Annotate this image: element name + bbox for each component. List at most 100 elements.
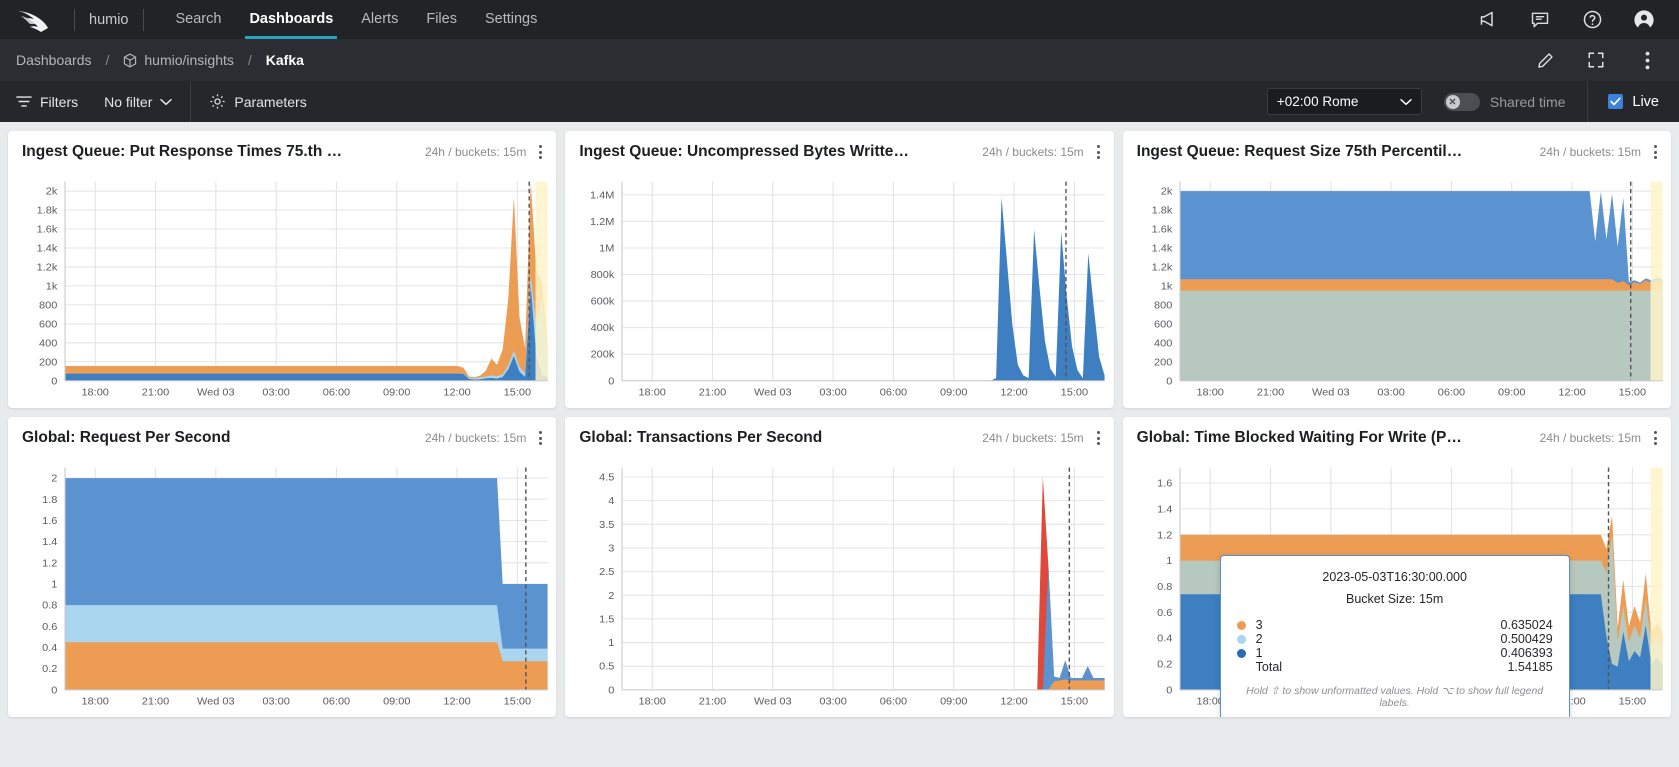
svg-text:0.6: 0.6 <box>42 621 57 633</box>
breadcrumb-item-dashboards[interactable]: Dashboards <box>16 52 92 68</box>
panel-time-range: 24h / buckets: 15m <box>982 431 1083 445</box>
panel-header: Global: Time Blocked Waiting For Write (… <box>1123 417 1671 451</box>
live-checkbox[interactable]: Live <box>1608 94 1663 110</box>
svg-text:03:00: 03:00 <box>1377 387 1404 399</box>
panel-time-range: 24h / buckets: 15m <box>425 145 526 159</box>
toggle-switch[interactable] <box>1444 93 1480 111</box>
timezone-select[interactable]: +02:00 Rome <box>1267 88 1422 115</box>
svg-text:1.4: 1.4 <box>42 536 57 548</box>
org-name[interactable]: humio <box>89 12 129 28</box>
chart-area[interactable]: 02004006008001k1.2k1.4k1.6k1.8k2k18:0021… <box>8 169 556 408</box>
svg-text:0: 0 <box>609 376 615 388</box>
svg-text:12:00: 12:00 <box>1558 387 1585 399</box>
svg-text:0: 0 <box>51 376 57 388</box>
filter-bar: Filters No filter Parameters +02:00 Rome <box>0 81 1679 122</box>
series-color-dot <box>1237 621 1246 630</box>
dashboard-panel: Global: Transactions Per Second 24h / buc… <box>565 417 1113 717</box>
nav-link-settings[interactable]: Settings <box>471 2 551 38</box>
panel-kebab-icon[interactable] <box>539 145 542 159</box>
svg-text:1: 1 <box>51 579 57 591</box>
fullscreen-icon[interactable] <box>1586 50 1606 70</box>
svg-text:800: 800 <box>39 300 57 312</box>
filter-bar-right: +02:00 Rome Shared time Live <box>1267 81 1663 122</box>
chart-area[interactable]: 00.20.40.60.811.21.41.61.8218:0021:00Wed… <box>8 455 556 717</box>
nav-link-dashboards[interactable]: Dashboards <box>235 2 347 38</box>
chart-area[interactable]: 02004006008001k1.2k1.4k1.6k1.8k2k18:0021… <box>1123 169 1671 408</box>
checkbox-box[interactable] <box>1608 94 1623 109</box>
panel-kebab-icon[interactable] <box>1097 145 1100 159</box>
svg-text:21:00: 21:00 <box>1256 387 1283 399</box>
no-filter-select[interactable]: No filter <box>104 94 172 110</box>
svg-text:06:00: 06:00 <box>880 696 907 708</box>
dashboard-panel: Global: Request Per Second24h / buckets:… <box>8 417 556 717</box>
svg-text:06:00: 06:00 <box>323 696 350 708</box>
chart-area[interactable]: 0200k400k600k800k1M1.2M1.4M18:0021:00Wed… <box>565 169 1113 408</box>
panel-kebab-icon[interactable] <box>1097 431 1100 445</box>
svg-text:09:00: 09:00 <box>383 387 410 399</box>
tooltip-row: 3 0.635024 <box>1237 618 1553 632</box>
svg-text:15:00: 15:00 <box>1061 696 1088 708</box>
breadcrumb-actions <box>1535 50 1663 70</box>
svg-text:12:00: 12:00 <box>443 387 470 399</box>
svg-text:06:00: 06:00 <box>1437 387 1464 399</box>
svg-text:400: 400 <box>1154 338 1172 350</box>
panel-title: Global: Transactions Per Second <box>579 429 822 447</box>
tooltip-series-name: 3 <box>1256 618 1263 632</box>
parameters-button[interactable]: Parameters <box>209 93 306 110</box>
chat-icon[interactable] <box>1529 9 1551 31</box>
breadcrumb-item-package[interactable]: humio/insights <box>123 52 234 68</box>
nav-link-alerts[interactable]: Alerts <box>347 2 412 38</box>
chart-svg: 02004006008001k1.2k1.4k1.6k1.8k2k18:0021… <box>1123 169 1671 408</box>
nav-link-search[interactable]: Search <box>162 2 236 38</box>
panel-header: Global: Request Per Second24h / buckets:… <box>8 417 556 451</box>
svg-text:1.6k: 1.6k <box>37 224 58 236</box>
breadcrumb-separator: / <box>106 52 110 68</box>
panel-title: Ingest Queue: Put Response Times 75.th P… <box>22 143 352 161</box>
chart-tooltip: 2023-05-03T16:30:00.000Bucket Size: 15m3… <box>1220 555 1570 717</box>
divider <box>74 9 75 31</box>
svg-text:800: 800 <box>1154 300 1172 312</box>
dashboard-panel: Ingest Queue: Put Response Times 75.th P… <box>8 131 556 408</box>
filters-button[interactable]: Filters <box>16 94 78 110</box>
svg-text:1M: 1M <box>599 243 614 255</box>
panel-title: Ingest Queue: Uncompressed Bytes Written… <box>579 143 909 161</box>
megaphone-icon[interactable] <box>1477 9 1499 31</box>
svg-text:1k: 1k <box>1160 281 1172 293</box>
falcon-logo-icon[interactable] <box>16 7 50 33</box>
svg-text:15:00: 15:00 <box>504 387 531 399</box>
tooltip-row: 20.500429 <box>1237 632 1553 646</box>
svg-text:2k: 2k <box>46 186 58 198</box>
breadcrumb-item-label: humio/insights <box>144 52 234 68</box>
pencil-icon[interactable] <box>1535 50 1555 70</box>
help-icon[interactable] <box>1581 9 1603 31</box>
panel-title: Global: Request Per Second <box>22 429 230 447</box>
shared-time-toggle[interactable]: Shared time <box>1444 93 1565 111</box>
svg-text:09:00: 09:00 <box>1498 387 1525 399</box>
tooltip-series-value: 0.635024 <box>1501 618 1553 632</box>
svg-text:12:00: 12:00 <box>443 696 470 708</box>
svg-text:15:00: 15:00 <box>1618 387 1645 399</box>
svg-text:200: 200 <box>1154 357 1172 369</box>
kebab-icon[interactable] <box>1637 50 1657 70</box>
svg-text:18:00: 18:00 <box>639 387 666 399</box>
svg-text:06:00: 06:00 <box>323 387 350 399</box>
svg-text:Wed 03: Wed 03 <box>754 387 792 399</box>
svg-text:2: 2 <box>51 473 57 485</box>
chart-area[interactable]: 00.20.40.60.811.21.41.618:0021:00Wed 030… <box>1123 455 1671 717</box>
account-icon[interactable] <box>1633 9 1655 31</box>
svg-text:600: 600 <box>39 319 57 331</box>
svg-text:12:00: 12:00 <box>1001 387 1028 399</box>
svg-text:2k: 2k <box>1160 186 1172 198</box>
series-area <box>65 182 548 381</box>
svg-text:3.5: 3.5 <box>599 519 614 531</box>
series-area <box>65 275 548 381</box>
chart-area[interactable]: 00.511.522.533.544.518:0021:00Wed 0303:0… <box>565 455 1113 717</box>
svg-text:1.2k: 1.2k <box>37 262 58 274</box>
panel-kebab-icon[interactable] <box>539 431 542 445</box>
panel-kebab-icon[interactable] <box>1654 431 1657 445</box>
tooltip-series-name: 1 <box>1256 646 1263 660</box>
panel-title: Global: Time Blocked Waiting For Write (… <box>1137 429 1467 447</box>
nav-link-files[interactable]: Files <box>412 2 471 38</box>
panel-kebab-icon[interactable] <box>1654 145 1657 159</box>
svg-text:09:00: 09:00 <box>940 696 967 708</box>
